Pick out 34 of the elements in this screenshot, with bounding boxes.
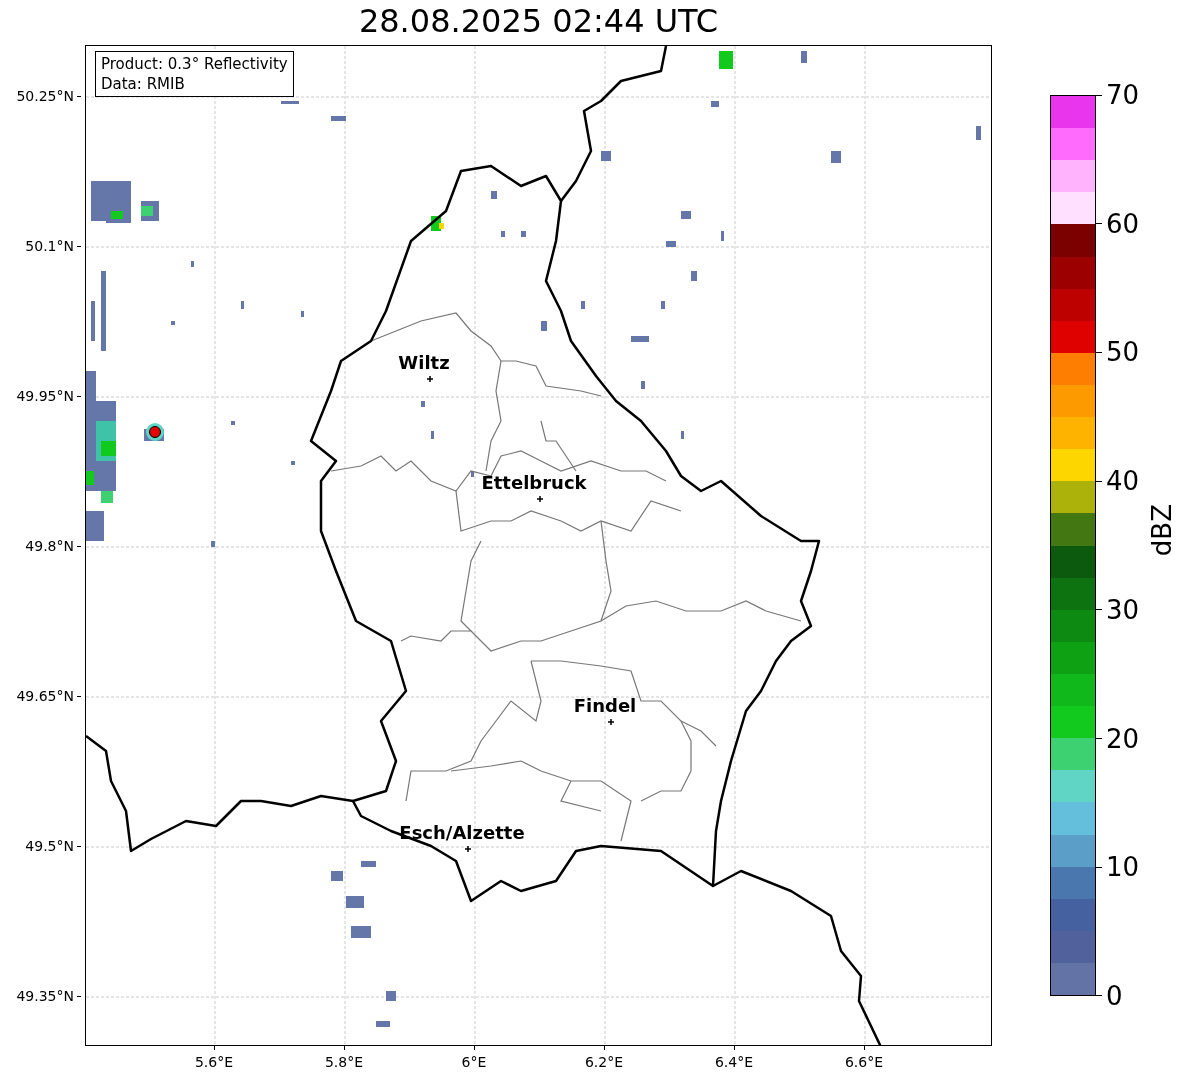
colorbar-tick-label: 60 <box>1106 208 1140 239</box>
axis-tick-label: 50.25°N <box>16 88 74 104</box>
axis-tick-label: 5.6°E <box>194 1054 234 1070</box>
city-label: Findel <box>573 695 637 716</box>
colorbar-label: dBZ <box>1147 504 1178 557</box>
colorbar-tick-label: 0 <box>1106 980 1123 1011</box>
colorbar-tick-label: 70 <box>1106 80 1140 110</box>
axis-tick-label: 5.8°E <box>324 1054 364 1070</box>
info-text: Data: RMIB <box>101 74 186 94</box>
colorbar-tick-label: 20 <box>1106 723 1140 754</box>
axis-tick-label: 50.1°N <box>25 238 74 254</box>
city-label: Esch/Alzette <box>399 822 525 843</box>
axis-tick-label: 6.6°E <box>844 1054 884 1070</box>
axis-tick-label: 49.8°N <box>25 538 74 554</box>
radar-site-marker-icon <box>146 423 164 441</box>
axis-tick-label: 49.35°N <box>16 988 74 1004</box>
city-marker-icon <box>607 718 615 726</box>
axis-tick-label: 49.5°N <box>25 838 74 854</box>
colorbar-tick-label: 30 <box>1106 594 1140 625</box>
info-text: Product: 0.3° Reflectivity <box>101 54 288 74</box>
city-label: Ettelbruck <box>481 472 587 493</box>
axis-tick-label: 6.2°E <box>584 1054 624 1070</box>
chart-title: 28.08.2025 02:44 UTC <box>357 1 720 42</box>
city-marker-icon <box>464 845 472 853</box>
axis-tick-label: 49.65°N <box>16 688 74 704</box>
colorbar-tick-label: 40 <box>1106 466 1140 497</box>
colorbar-tick-label: 10 <box>1106 852 1140 883</box>
axis-tick-label: 6.4°E <box>714 1054 754 1070</box>
city-marker-icon <box>426 375 434 383</box>
axis-tick-label: 49.95°N <box>16 388 74 404</box>
axis-tick-label: 6°E <box>461 1054 487 1070</box>
city-marker-icon <box>536 495 544 503</box>
colorbar-tick-label: 50 <box>1106 337 1140 368</box>
city-label: Wiltz <box>398 352 450 373</box>
